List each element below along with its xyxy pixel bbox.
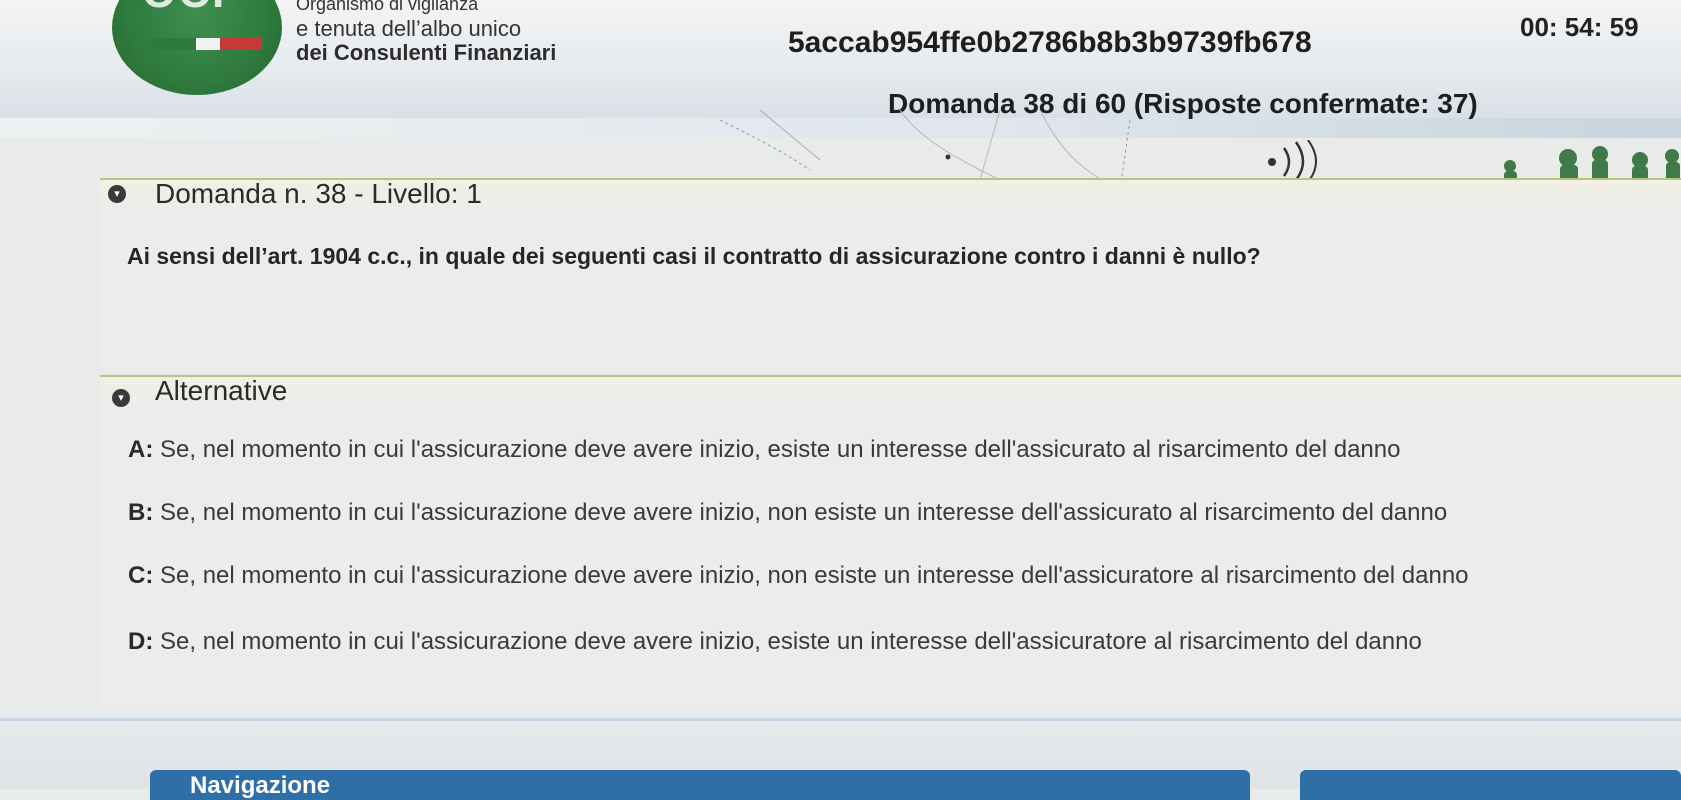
answer-option-a[interactable]: A: Se, nel momento in cui l'assicurazion… (128, 436, 1400, 464)
session-id: 5accab954ffe0b2786b8b3b9739fb678 (788, 26, 1312, 59)
answer-option-b[interactable]: B: Se, nel momento in cui l'assicurazion… (128, 499, 1447, 527)
collapse-icon[interactable]: ▾ (112, 389, 130, 407)
collapse-icon[interactable]: ▾ (108, 185, 126, 203)
question-panel: ▾ Domanda n. 38 - Livello: 1 (100, 178, 1681, 368)
footer-divider (0, 718, 1681, 721)
flag-stripe (152, 38, 262, 50)
answer-text: Se, nel momento in cui l'assicurazione d… (160, 499, 1448, 526)
answers-panel: ▾ Alternative (100, 375, 1681, 710)
question-title: Domanda n. 38 - Livello: 1 (155, 178, 482, 209)
question-text: Ai sensi dell’art. 1904 c.c., in quale d… (127, 243, 1261, 269)
org-line-2: e tenuta dell’albo unico (296, 16, 522, 41)
answer-key: C: (128, 562, 154, 589)
answer-text: Se, nel momento in cui l'assicurazione d… (160, 562, 1469, 589)
answer-text: Se, nel momento in cui l'assicurazione d… (160, 628, 1422, 655)
speaker-icon[interactable] (1262, 140, 1332, 180)
answers-title: Alternative (155, 375, 288, 406)
logo-text: OCF (142, 0, 241, 18)
org-line-1: Organismo di vigilanza (296, 0, 479, 14)
navigation-label: Navigazione (190, 772, 331, 799)
answer-key: B: (128, 499, 154, 526)
answer-key: A: (128, 436, 154, 463)
answer-option-d[interactable]: D: Se, nel momento in cui l'assicurazion… (128, 628, 1422, 656)
answer-key: D: (128, 628, 154, 655)
exam-timer: 00: 54: 59 (1520, 12, 1639, 42)
answers-title-bar (100, 375, 1681, 407)
navigation-tab-secondary[interactable] (1300, 770, 1681, 800)
answer-option-c[interactable]: C: Se, nel momento in cui l'assicurazion… (128, 562, 1469, 590)
answer-text: Se, nel momento in cui l'assicurazione d… (160, 436, 1401, 463)
org-line-3: dei Consulenti Finanziari (296, 40, 557, 65)
